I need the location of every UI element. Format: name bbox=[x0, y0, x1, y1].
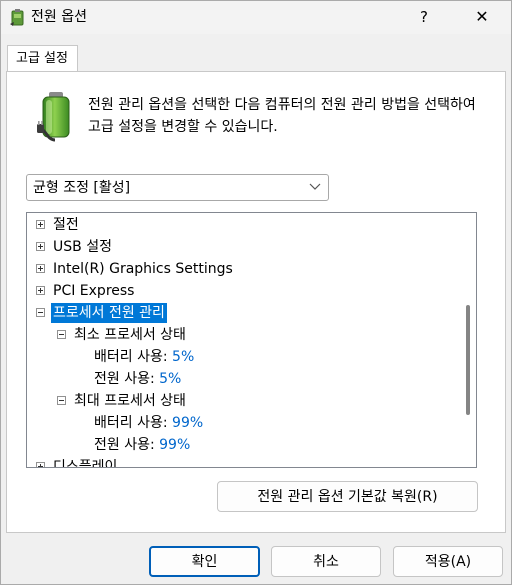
tree-item-label: Intel(R) Graphics Settings bbox=[53, 261, 233, 277]
setting-value-link[interactable]: 5% bbox=[159, 371, 181, 387]
setting-entry: 전원 사용: 99% bbox=[94, 434, 190, 456]
tree-scrollbar[interactable] bbox=[461, 213, 476, 467]
window-title: 전원 옵션 bbox=[31, 9, 87, 25]
restore-defaults-button[interactable]: 전원 관리 옵션 기본값 복원(R) bbox=[217, 481, 478, 512]
tree-item-label: 최소 프로세서 상태 bbox=[74, 327, 186, 343]
settings-description: 전원 관리 옵션을 선택한 다음 컴퓨터의 전원 관리 방법을 선택하여 고급 … bbox=[88, 97, 476, 135]
collapse-minus-icon[interactable] bbox=[57, 330, 66, 339]
title-bar[interactable]: 전원 옵션 ? ✕ bbox=[1, 1, 511, 34]
scroll-thumb[interactable] bbox=[466, 305, 470, 415]
battery-plug-icon bbox=[37, 92, 70, 142]
advanced-settings-panel: 전원 관리 옵션을 선택한 다음 컴퓨터의 전원 관리 방법을 선택하여 고급 … bbox=[6, 71, 506, 533]
power-plan-dropdown[interactable]: 균형 조정 [활성] bbox=[26, 174, 329, 201]
setting-value-link[interactable]: 5% bbox=[172, 349, 194, 365]
setting-label: 전원 사용: bbox=[94, 437, 155, 453]
expand-plus-icon[interactable] bbox=[36, 286, 45, 295]
tree-item-label: 절전 bbox=[53, 217, 79, 233]
setting-entry: 배터리 사용: 5% bbox=[94, 346, 194, 368]
tree-item-label: USB 설정 bbox=[53, 239, 112, 255]
collapse-minus-icon[interactable] bbox=[57, 396, 66, 405]
tree-item-label: PCI Express bbox=[53, 283, 135, 299]
setting-label: 배터리 사용: bbox=[94, 415, 168, 431]
chevron-down-icon bbox=[309, 183, 321, 190]
tab-strip: 고급 설정 bbox=[1, 45, 511, 72]
power-options-dialog: 전원 옵션 ? ✕ 고급 설정 전원 관리 옵션을 선택한 다음 컴퓨터의 전원… bbox=[0, 0, 512, 585]
power-plan-selected: 균형 조정 [활성] bbox=[33, 180, 131, 196]
expand-plus-icon[interactable] bbox=[36, 220, 45, 229]
power-options-icon bbox=[10, 9, 24, 26]
tab-advanced-settings[interactable]: 고급 설정 bbox=[7, 45, 78, 72]
settings-tree[interactable]: 절전 USB 설정 Intel(R) Graphics Settings PCI… bbox=[26, 212, 477, 468]
cancel-button[interactable]: 취소 bbox=[271, 546, 381, 577]
help-button[interactable]: ? bbox=[401, 1, 447, 33]
setting-value-link[interactable]: 99% bbox=[172, 415, 203, 431]
ok-button[interactable]: 확인 bbox=[149, 546, 260, 577]
expand-plus-icon[interactable] bbox=[36, 264, 45, 273]
settings-tree-viewport: 절전 USB 설정 Intel(R) Graphics Settings PCI… bbox=[27, 213, 461, 467]
setting-label: 전원 사용: bbox=[94, 371, 155, 387]
setting-entry: 전원 사용: 5% bbox=[94, 368, 181, 390]
setting-value-link[interactable]: 99% bbox=[159, 437, 190, 453]
tree-item-label-selected: 프로세서 전원 관리 bbox=[51, 303, 167, 323]
collapse-minus-icon[interactable] bbox=[36, 308, 45, 317]
apply-button[interactable]: 적용(A) bbox=[393, 546, 503, 577]
close-button[interactable]: ✕ bbox=[459, 1, 505, 33]
expand-plus-icon[interactable] bbox=[36, 462, 45, 467]
tree-item-label: 디스플레이 bbox=[53, 459, 118, 467]
setting-entry: 배터리 사용: 99% bbox=[94, 412, 203, 434]
expand-plus-icon[interactable] bbox=[36, 242, 45, 251]
tree-item-label: 최대 프로세서 상태 bbox=[74, 393, 186, 409]
setting-label: 배터리 사용: bbox=[94, 349, 168, 365]
